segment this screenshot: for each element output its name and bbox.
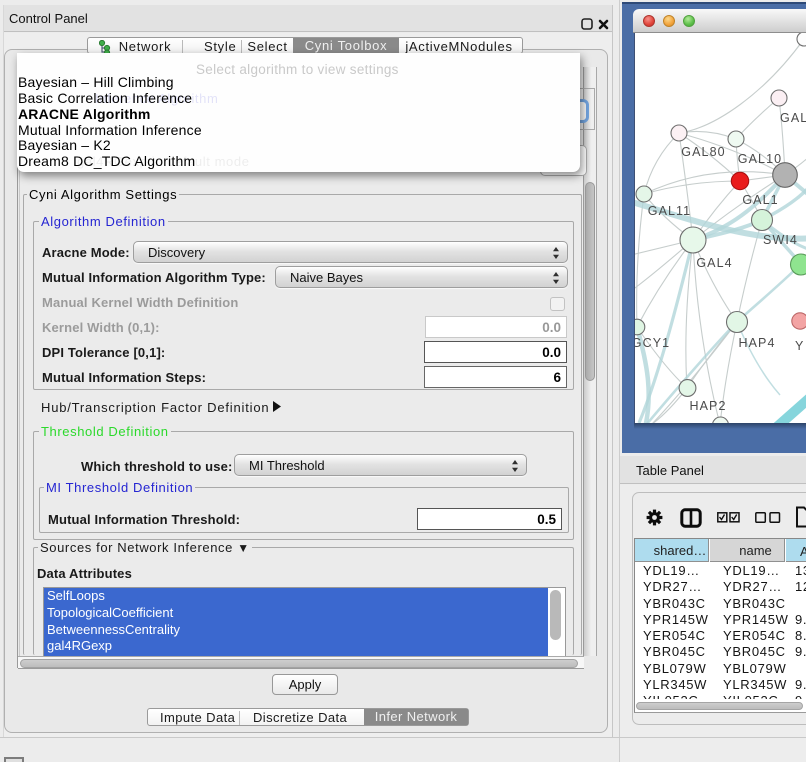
svg-text:GAL1: GAL1 xyxy=(742,193,778,207)
svg-text:HAP2: HAP2 xyxy=(689,399,726,413)
svg-text:GAL11: GAL11 xyxy=(648,204,692,218)
svg-text:HAP4: HAP4 xyxy=(738,336,775,350)
svg-text:GCY1: GCY1 xyxy=(635,336,670,350)
svg-text:GAL4: GAL4 xyxy=(696,256,732,270)
svg-text:Y: Y xyxy=(795,339,804,353)
svg-text:SWI4: SWI4 xyxy=(763,233,798,247)
svg-text:GAL10: GAL10 xyxy=(738,152,782,166)
svg-text:GAL80: GAL80 xyxy=(681,145,725,159)
svg-text:GAL8: GAL8 xyxy=(780,111,806,125)
